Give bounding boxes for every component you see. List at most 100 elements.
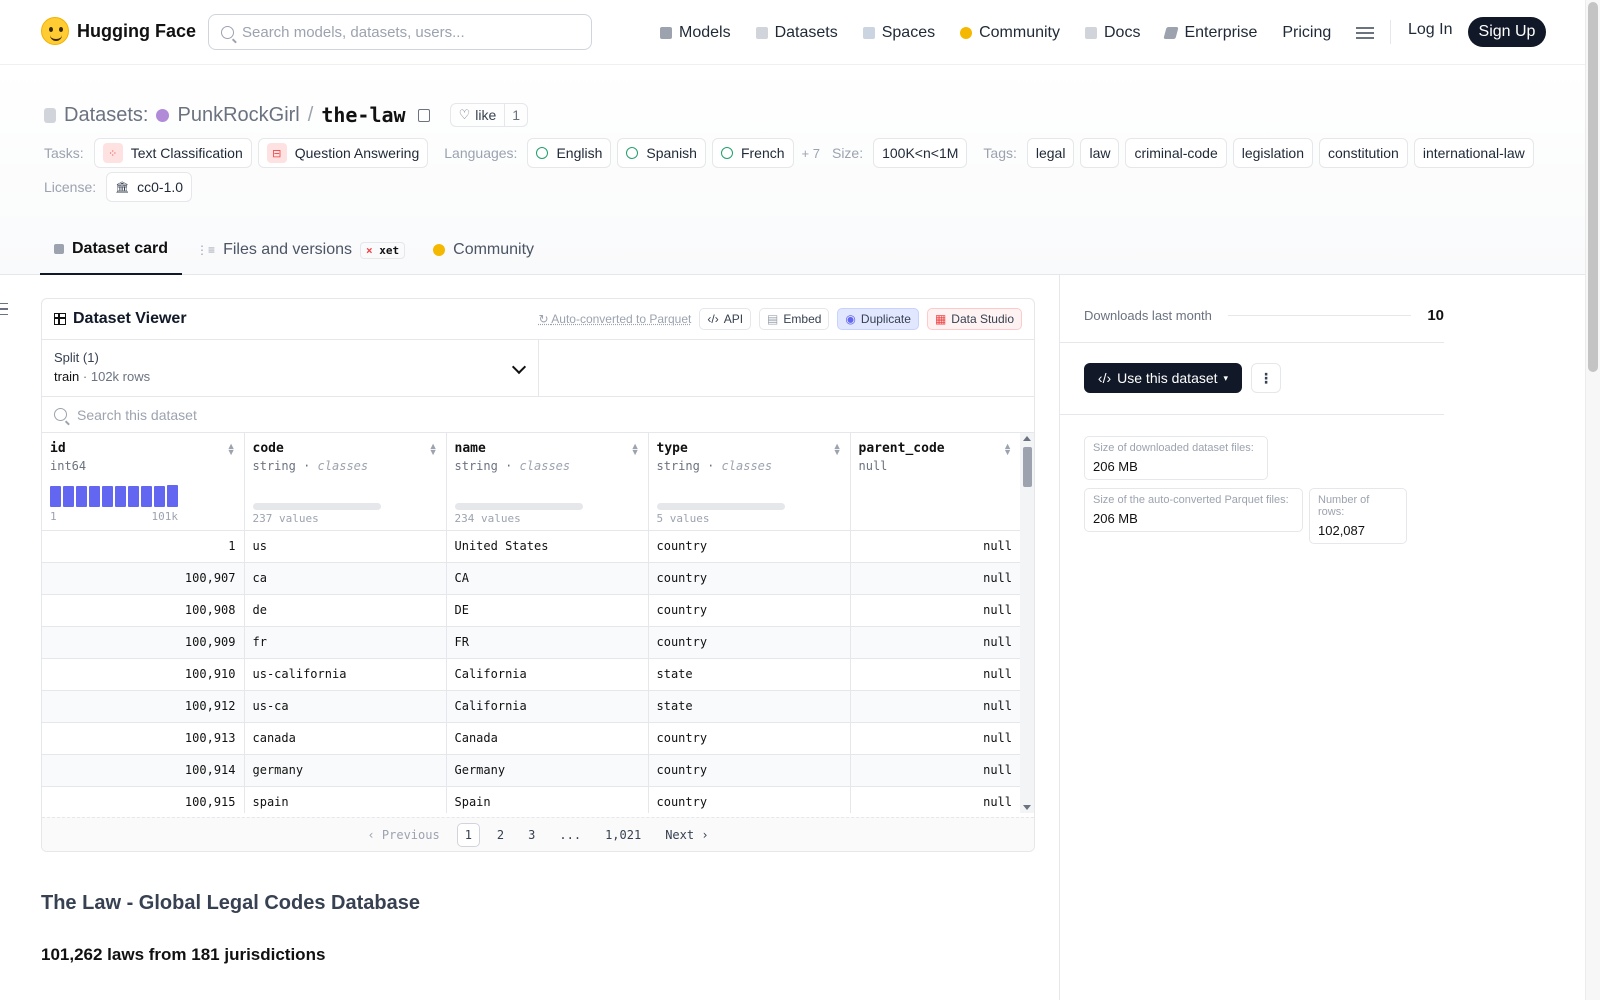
nav-datasets[interactable]: Datasets <box>755 24 838 42</box>
dataset-search-input[interactable] <box>77 406 477 423</box>
data-studio-button[interactable]: ▦ Data Studio <box>926 308 1022 330</box>
nav-spaces[interactable]: Spaces <box>862 24 935 42</box>
duplicate-button[interactable]: ◉ Duplicate <box>837 308 919 330</box>
page-button[interactable]: 1 <box>456 822 480 847</box>
table-cell-type: state <box>648 658 851 691</box>
split-selector[interactable]: Split (1) train · 102k rows <box>42 340 539 396</box>
table-row[interactable]: 1 us United States country null <box>42 530 1020 563</box>
embed-button[interactable]: ▤ Embed <box>759 308 830 330</box>
nav-community[interactable]: Community <box>960 24 1060 42</box>
tab-community[interactable]: Community <box>419 225 548 275</box>
sort-icon[interactable]: ▲ ▼ <box>833 442 842 457</box>
task-chip[interactable]: ⁘ Text Classification <box>93 138 252 168</box>
sidebar-toggle-icon[interactable] <box>0 303 8 315</box>
brand-logo[interactable]: Hugging Face <box>41 17 196 45</box>
like-button[interactable]: ♡ like 1 <box>449 103 529 127</box>
tag-chip[interactable]: criminal-code <box>1125 138 1227 168</box>
languages-more[interactable]: + 7 <box>802 146 820 161</box>
scroll-down-icon[interactable] <box>1023 805 1031 810</box>
table-scrollbar[interactable] <box>1020 433 1034 813</box>
tab-files-label: Files and versions <box>223 241 353 258</box>
sort-icon[interactable]: ▲ ▼ <box>631 442 640 457</box>
language-chip[interactable]: English <box>527 138 612 168</box>
page-button[interactable]: 3 <box>521 824 542 846</box>
sort-icon[interactable]: ▲ ▼ <box>227 442 236 457</box>
table-row[interactable]: 100,910 us-california California state null <box>42 658 1020 691</box>
task-chip[interactable]: ⊟ Question Answering <box>257 138 429 168</box>
sort-icon[interactable]: ▲ ▼ <box>429 442 438 457</box>
api-button[interactable]: ‹/› API <box>699 308 752 330</box>
nav-models[interactable]: Models <box>660 24 731 42</box>
like-count: 1 <box>504 104 527 126</box>
nav-more-menu[interactable] <box>1356 26 1375 39</box>
page-scroll-thumb[interactable] <box>1588 2 1598 372</box>
tab-files-and-versions[interactable]: ⋮≡ Files and versions ⨯ xet <box>182 225 419 275</box>
histogram-bar[interactable] <box>50 486 61 507</box>
histogram-bar[interactable] <box>115 486 126 507</box>
signup-button[interactable]: Sign Up <box>1468 17 1546 47</box>
histogram-bar[interactable] <box>89 486 100 507</box>
previous-label: Previous <box>381 827 440 842</box>
language-chip[interactable]: Spanish <box>617 138 706 168</box>
table-row[interactable]: 100,907 ca CA country null <box>42 562 1020 595</box>
scroll-thumb[interactable] <box>1023 447 1032 487</box>
column-header-parent-code[interactable]: parent_code null ▲ ▼ <box>850 433 1020 531</box>
copy-icon[interactable] <box>417 108 430 122</box>
auto-converted-link[interactable]: ↻ Auto-converted to Parquet <box>539 312 692 326</box>
tag-chip[interactable]: legal <box>1026 138 1075 168</box>
table-row[interactable]: 100,909 fr FR country null <box>42 626 1020 659</box>
table-cell-name: CA <box>446 562 649 595</box>
column-header-type[interactable]: type string · classes ▲ ▼ 5 values <box>648 433 851 531</box>
size-chip[interactable]: 100K<n<1M <box>873 138 968 168</box>
nav-docs[interactable]: Docs <box>1085 24 1140 42</box>
global-search-input[interactable] <box>242 23 572 41</box>
table-cell-parent-code: null <box>850 786 1020 813</box>
column-header-code[interactable]: code string · classes ▲ ▼ 237 values <box>244 433 447 531</box>
table-row[interactable]: 100,913 canada Canada country null <box>42 722 1020 755</box>
datasets-label[interactable]: Datasets: <box>64 104 148 127</box>
tab-dataset-card[interactable]: Dataset card <box>40 225 183 275</box>
histogram-bar[interactable] <box>141 486 152 507</box>
global-search[interactable] <box>208 14 592 50</box>
next-page-button[interactable]: Next › <box>658 824 715 846</box>
page-button[interactable]: 2 <box>490 824 511 846</box>
license-chip[interactable]: 🏛 cc0-1.0 <box>106 172 193 202</box>
histogram-bar[interactable] <box>102 486 113 507</box>
column-header-id[interactable]: id int64 ▲ ▼ 1 101k <box>42 433 245 531</box>
stat-row-count: Number of rows: 102,087 <box>1309 488 1407 544</box>
table-row[interactable]: 100,914 germany Germany country null <box>42 754 1020 787</box>
use-dataset-button[interactable]: ‹/› Use this dataset ▾ <box>1084 363 1242 393</box>
stat-label: Size of the auto-converted Parquet files… <box>1093 494 1289 506</box>
tag-chip[interactable]: international-law <box>1413 138 1534 168</box>
table-row[interactable]: 100,912 us-ca California state null <box>42 690 1020 723</box>
table-row[interactable]: 100,915 spain Spain country null <box>42 786 1020 813</box>
histogram-bar[interactable] <box>76 486 87 507</box>
tag-chip[interactable]: legislation <box>1232 138 1313 168</box>
more-options-button[interactable]: ⋮ <box>1251 363 1281 393</box>
question-answering-icon: ⊟ <box>266 143 287 163</box>
login-link[interactable]: Log In <box>1408 21 1452 39</box>
embed-label: Embed <box>783 312 822 326</box>
language-chip[interactable]: French <box>711 138 794 168</box>
dataset-search[interactable] <box>42 397 1034 433</box>
histogram-bar[interactable] <box>128 486 139 507</box>
stat-value: 206 MB <box>1093 511 1138 526</box>
owner-link[interactable]: PunkRockGirl <box>177 104 299 127</box>
table-cell-code: canada <box>244 722 447 755</box>
table-cell-id: 1 <box>42 530 245 563</box>
sort-icon[interactable]: ▲ ▼ <box>1003 442 1012 457</box>
column-header-name[interactable]: name string · classes ▲ ▼ 234 values <box>446 433 649 531</box>
dataset-name[interactable]: the-law <box>321 103 405 127</box>
histogram-bar[interactable] <box>154 486 165 507</box>
histogram-bar[interactable] <box>167 485 178 507</box>
page-scrollbar[interactable] <box>1585 0 1600 1000</box>
tag-chip[interactable]: constitution <box>1319 138 1408 168</box>
scroll-up-icon[interactable] <box>1023 436 1031 441</box>
histogram-bar[interactable] <box>63 486 74 507</box>
nav-enterprise[interactable]: Enterprise <box>1163 24 1257 42</box>
page-button[interactable]: 1,021 <box>598 824 648 846</box>
tag-chip[interactable]: law <box>1080 138 1120 168</box>
previous-page-button[interactable]: ‹ Previous <box>360 824 446 846</box>
nav-pricing[interactable]: Pricing <box>1282 24 1331 42</box>
table-row[interactable]: 100,908 de DE country null <box>42 594 1020 627</box>
